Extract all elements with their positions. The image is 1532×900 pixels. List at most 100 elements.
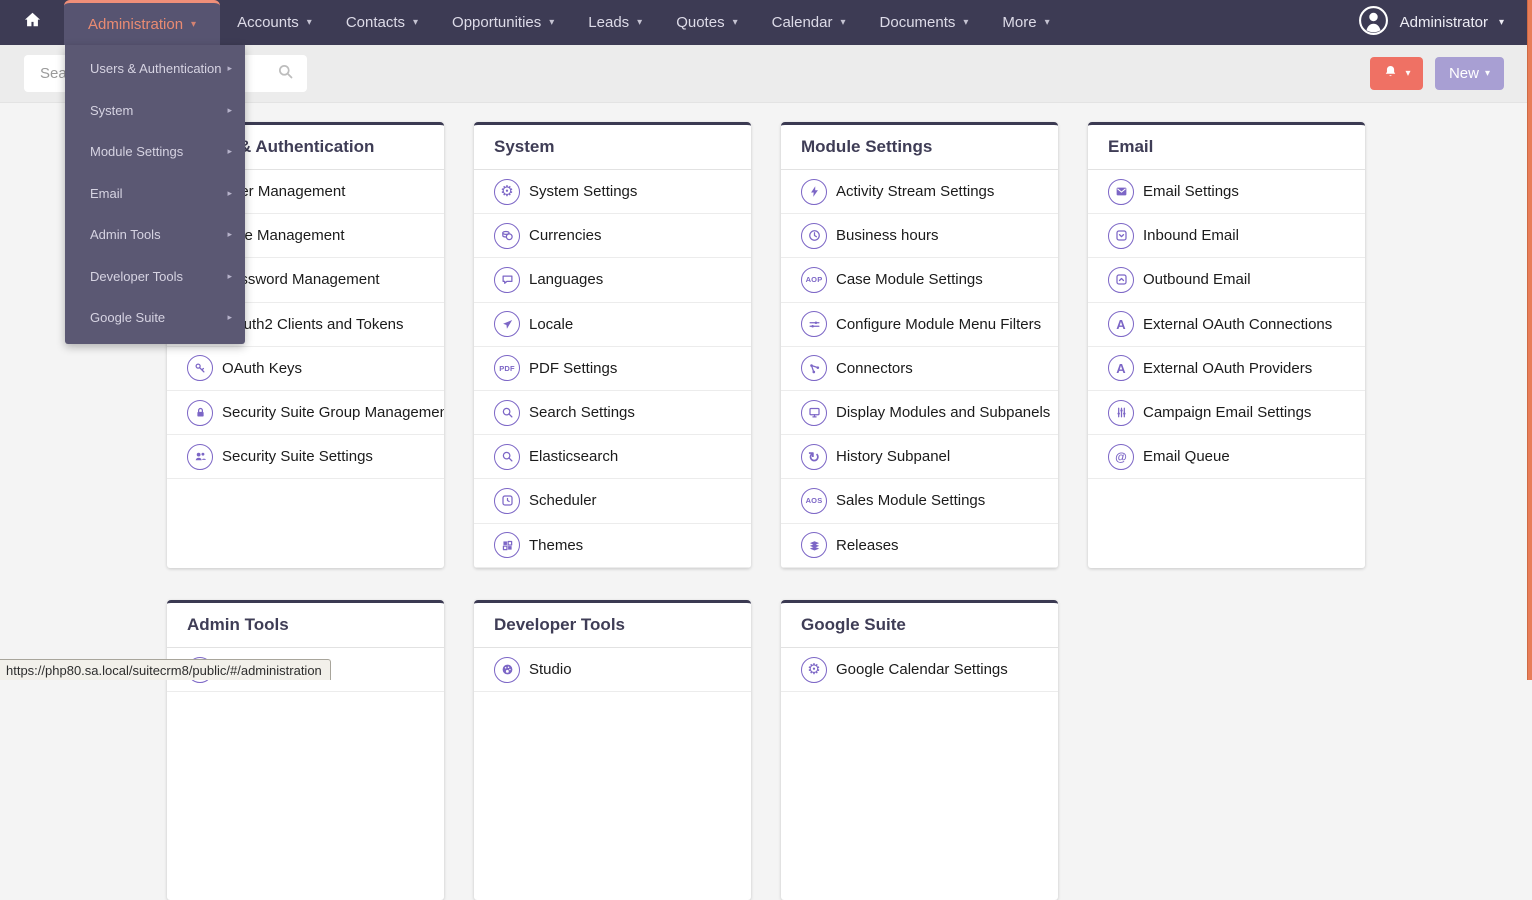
admin-link-case-module-settings[interactable]: AOP Case Module Settings [781,258,1058,303]
themes-icon [494,532,520,559]
chevron-right-icon: ▸ [227,146,232,157]
home-button[interactable] [0,0,64,45]
admin-link-label: External OAuth Providers [1143,359,1313,377]
admin-link-security-suite-settings[interactable]: Security Suite Settings [167,435,444,480]
admin-link-label: OAuth2 Clients and Tokens [222,315,404,333]
admin-link-elasticsearch[interactable]: Elasticsearch [474,435,751,480]
admin-panels-row-2: Admin Tools Developer Tools Studio Google S… [167,600,1058,900]
admin-link-external-oauth-connections[interactable]: A External OAuth Connections [1088,303,1365,347]
top-navbar: Administration ▾ Accounts ▾ Contacts ▾ Opportu… [0,0,1532,45]
admin-link-outbound-email[interactable]: Outbound Email [1088,258,1365,303]
nav-item-calendar[interactable]: Calendar ▾ [755,0,863,45]
chevron-right-icon: ▸ [227,270,232,281]
letter-a-icon: A [1108,355,1134,382]
chevron-right-icon: ▸ [227,312,232,323]
admin-link-languages[interactable]: Languages [474,258,751,303]
nav-item-documents[interactable]: Documents ▾ [863,0,986,45]
search-icon [276,62,295,86]
admin-link-inbound-email[interactable]: Inbound Email [1088,214,1365,259]
admin-link-label: Business hours [836,227,939,245]
envelope-icon [1108,178,1134,205]
search-icon [494,443,520,470]
admin-link-connectors[interactable]: Connectors [781,347,1058,391]
dropdown-item-google-suite[interactable]: Google Suite ▸ [65,297,245,339]
admin-link-search-settings[interactable]: Search Settings [474,391,751,436]
chevron-down-icon: ▾ [1484,68,1490,79]
admin-link-label: Email Queue [1143,448,1230,466]
admin-link-studio[interactable]: Studio [474,648,751,693]
admin-link-themes[interactable]: Themes [474,524,751,568]
admin-link-campaign-email-settings[interactable]: Campaign Email Settings [1088,391,1365,436]
admin-link-locale[interactable]: Locale [474,303,751,347]
new-button[interactable]: New ▾ [1434,57,1504,90]
admin-link-pdf-settings[interactable]: PDF PDF Settings [474,347,751,391]
new-button-label: New [1448,65,1479,82]
panel-developer-tools: Developer Tools Studio [474,600,751,900]
panel-title: Module Settings [781,125,1058,170]
nav-item-opportunities[interactable]: Opportunities ▾ [435,0,571,45]
admin-link-label: Case Module Settings [836,271,983,289]
nav-item-more[interactable]: More ▾ [985,0,1066,45]
bubble-icon [494,266,520,293]
dropdown-item-label: Email [90,185,123,201]
nav-item-administration[interactable]: Administration ▾ [64,0,221,45]
dropdown-item-admin-tools[interactable]: Admin Tools ▸ [65,214,245,256]
nav-item-contacts[interactable]: Contacts ▾ [329,0,435,45]
admin-link-email-settings[interactable]: Email Settings [1088,170,1365,215]
admin-link-external-oauth-providers[interactable]: A External OAuth Providers [1088,347,1365,391]
admin-link-oauth-keys[interactable]: OAuth Keys [167,347,444,391]
admin-link-activity-stream-settings[interactable]: Activity Stream Settings [781,170,1058,215]
chevron-down-icon: ▾ [637,17,643,28]
admin-link-configure-module-menu-filters[interactable]: Configure Module Menu Filters [781,303,1058,347]
admin-link-scheduler[interactable]: Scheduler [474,479,751,524]
lock-icon [187,399,213,426]
send-icon [494,311,520,338]
panel-title: System [474,125,751,170]
dropdown-item-module-settings[interactable]: Module Settings ▸ [65,131,245,173]
dropdown-item-system[interactable]: System ▸ [65,90,245,132]
outbound-icon [1108,266,1134,293]
chevron-down-icon: ▾ [732,17,738,28]
admin-link-business-hours[interactable]: Business hours [781,214,1058,259]
search-icon [494,399,520,426]
admin-link-label: Releases [836,536,899,554]
notifications-button[interactable]: ▾ [1369,57,1423,90]
panel-system: System ⚙ System Settings Currencies Language… [474,122,751,568]
admin-link-label: Email Settings [1143,183,1239,201]
snail-icon: @ [1108,443,1134,470]
admin-link-label: Sales Module Settings [836,492,986,510]
sliders-v-icon [1108,399,1134,426]
nav-item-leads[interactable]: Leads ▾ [571,0,659,45]
panel-admin-tools: Admin Tools [167,600,444,900]
dropdown-item-label: Users & Authentication [90,61,222,77]
chevron-right-icon: ▸ [227,104,232,115]
chevron-right-icon: ▸ [227,63,232,74]
admin-link-google-calendar-settings[interactable]: ⚙ Google Calendar Settings [781,648,1058,693]
chevron-down-icon: ▾ [1405,68,1411,79]
admin-link-releases[interactable]: Releases [781,524,1058,568]
clock-square-icon [494,487,520,514]
admin-link-email-queue[interactable]: @ Email Queue [1088,435,1365,480]
dropdown-item-users-authentication[interactable]: Users & Authentication ▸ [65,48,245,90]
admin-link-label: History Subpanel [836,448,951,466]
admin-link-sales-module-settings[interactable]: AOS Sales Module Settings [781,479,1058,524]
chevron-down-icon: ▾ [963,17,969,28]
scrollbar[interactable] [1527,0,1532,680]
admin-link-label: Locale [529,315,574,333]
administration-dropdown: Users & Authentication ▸ System ▸ Module Set… [65,45,245,344]
admin-link-history-subpanel[interactable]: ↻ History Subpanel [781,435,1058,480]
user-menu[interactable]: Administrator ▾ [1358,0,1532,45]
chevron-down-icon: ▾ [191,18,197,30]
admin-link-system-settings[interactable]: ⚙ System Settings [474,170,751,215]
nav-item-quotes[interactable]: Quotes ▾ [659,0,754,45]
admin-link-label: Scheduler [529,492,597,510]
dropdown-item-email[interactable]: Email ▸ [65,173,245,215]
nav-item-accounts[interactable]: Accounts ▾ [220,0,329,45]
admin-link-currencies[interactable]: Currencies [474,214,751,259]
dropdown-item-developer-tools[interactable]: Developer Tools ▸ [65,256,245,298]
admin-link-security-suite-group-management[interactable]: Security Suite Group Management [167,391,444,436]
nav-item-label: Quotes [676,14,725,31]
panel-title: Email [1088,125,1365,170]
nav-item-label: More [1002,14,1037,31]
admin-link-display-modules-and-subpanels[interactable]: Display Modules and Subpanels [781,391,1058,436]
